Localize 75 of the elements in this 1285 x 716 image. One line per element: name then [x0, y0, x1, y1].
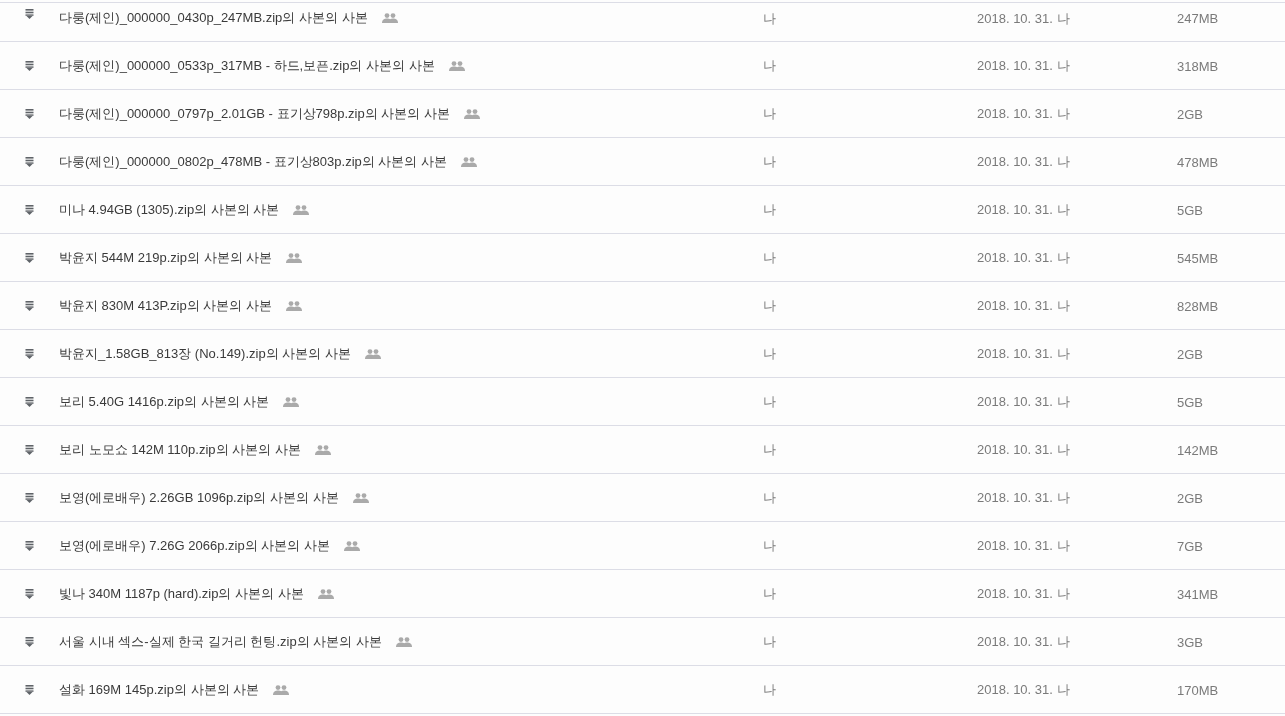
file-size-text: 247MB	[1177, 11, 1219, 26]
owner-text: 나	[763, 11, 776, 26]
archive-icon	[25, 396, 34, 407]
file-name: 다룽(제인)_000000_0797p_2.01GB - 표기상798p.zip의 사본의 사본	[59, 104, 450, 123]
owner-text: 나	[763, 586, 776, 601]
file-name: 박윤지 830M 413P.zip의 사본의 사본	[59, 296, 272, 315]
owner-text: 나	[763, 394, 776, 409]
file-name: 박윤지 544M 219p.zip의 사본의 사본	[59, 248, 273, 267]
file-size-text: 142MB	[1177, 442, 1219, 458]
modified-text: 2018. 10. 31. 나	[977, 298, 1070, 313]
archive-icon	[25, 252, 34, 263]
archive-icon	[25, 9, 34, 19]
archive-icon	[25, 60, 34, 71]
archive-icon	[25, 684, 34, 695]
file-size-text: 7GB	[1177, 538, 1203, 554]
owner-text: 나	[763, 298, 776, 313]
archive-icon	[25, 588, 34, 599]
owner-text: 나	[763, 250, 776, 265]
owner-text: 나	[763, 490, 776, 505]
file-name: 서울 시내 섹스-실제 한국 길거리 헌팅.zip의 사본의 사본	[59, 632, 382, 651]
modified-text: 2018. 10. 31. 나	[977, 106, 1070, 121]
file-size-text: 545MB	[1177, 250, 1219, 266]
file-size-text: 318MB	[1177, 58, 1219, 74]
file-size-text: 5GB	[1177, 394, 1203, 410]
modified-text: 2018. 10. 31. 나	[977, 682, 1070, 697]
modified-text: 2018. 10. 31. 나	[977, 58, 1070, 73]
archive-icon	[25, 444, 34, 455]
archive-icon	[25, 348, 34, 359]
file-size-text: 2GB	[1177, 106, 1203, 122]
modified-text: 2018. 10. 31. 나	[977, 394, 1070, 409]
modified-text: 2018. 10. 31. 나	[977, 202, 1070, 217]
file-size-text: 341MB	[1177, 586, 1219, 602]
owner-text: 나	[763, 682, 776, 697]
modified-text: 2018. 10. 31. 나	[977, 11, 1070, 26]
file-size-text: 478MB	[1177, 154, 1219, 170]
modified-text: 2018. 10. 31. 나	[977, 250, 1070, 265]
file-size-text: 828MB	[1177, 298, 1219, 314]
owner-text: 나	[763, 202, 776, 217]
file-name: 보영(에로배우) 2.26GB 1096p.zip의 사본의 사본	[59, 488, 339, 507]
modified-text: 2018. 10. 31. 나	[977, 154, 1070, 169]
file-name: 보리 노모쇼 142M 110p.zip의 사본의 사본	[59, 440, 301, 459]
file-name: 설화 169M 145p.zip의 사본의 사본	[59, 680, 260, 699]
archive-icon	[25, 156, 34, 167]
file-name: 박윤지_1.58GB_813장 (No.149).zip의 사본의 사본	[59, 344, 351, 363]
file-size-text: 2GB	[1177, 346, 1203, 362]
modified-text: 2018. 10. 31. 나	[977, 586, 1070, 601]
file-name: 보영(에로배우) 7.26G 2066p.zip의 사본의 사본	[59, 536, 330, 555]
owner-text: 나	[763, 538, 776, 553]
owner-text: 나	[763, 634, 776, 649]
archive-icon	[25, 492, 34, 503]
archive-icon	[25, 636, 34, 647]
modified-text: 2018. 10. 31. 나	[977, 442, 1070, 457]
owner-text: 나	[763, 442, 776, 457]
owner-text: 나	[763, 154, 776, 169]
modified-text: 2018. 10. 31. 나	[977, 634, 1070, 649]
file-size-text: 2GB	[1177, 490, 1203, 506]
file-name: 빛나 340M 1187p (hard).zip의 사본의 사본	[59, 584, 304, 603]
archive-icon	[25, 204, 34, 215]
owner-text: 나	[763, 346, 776, 361]
file-size-text: 5GB	[1177, 202, 1203, 218]
modified-text: 2018. 10. 31. 나	[977, 538, 1070, 553]
owner-text: 나	[763, 58, 776, 73]
file-name: 다룽(제인)_000000_0533p_317MB - 하드,보픈.zip의 사본의 사본	[59, 56, 435, 75]
file-size-text: 170MB	[1177, 682, 1219, 698]
file-name: 보리 5.40G 1416p.zip의 사본의 사본	[59, 392, 270, 411]
file-name: 다룽(제인)_000000_0430p_247MB.zip의 사본의 사본	[59, 9, 368, 27]
owner-text: 나	[763, 106, 776, 121]
file-size-text: 3GB	[1177, 634, 1203, 650]
file-name: 다룽(제인)_000000_0802p_478MB - 표기상803p.zip의 사본의 사본	[59, 152, 447, 171]
file-name: 미나 4.94GB (1305).zip의 사본의 사본	[59, 200, 280, 219]
modified-text: 2018. 10. 31. 나	[977, 490, 1070, 505]
archive-icon	[25, 300, 34, 311]
archive-icon	[25, 108, 34, 119]
modified-text: 2018. 10. 31. 나	[977, 346, 1070, 361]
archive-icon	[25, 540, 34, 551]
